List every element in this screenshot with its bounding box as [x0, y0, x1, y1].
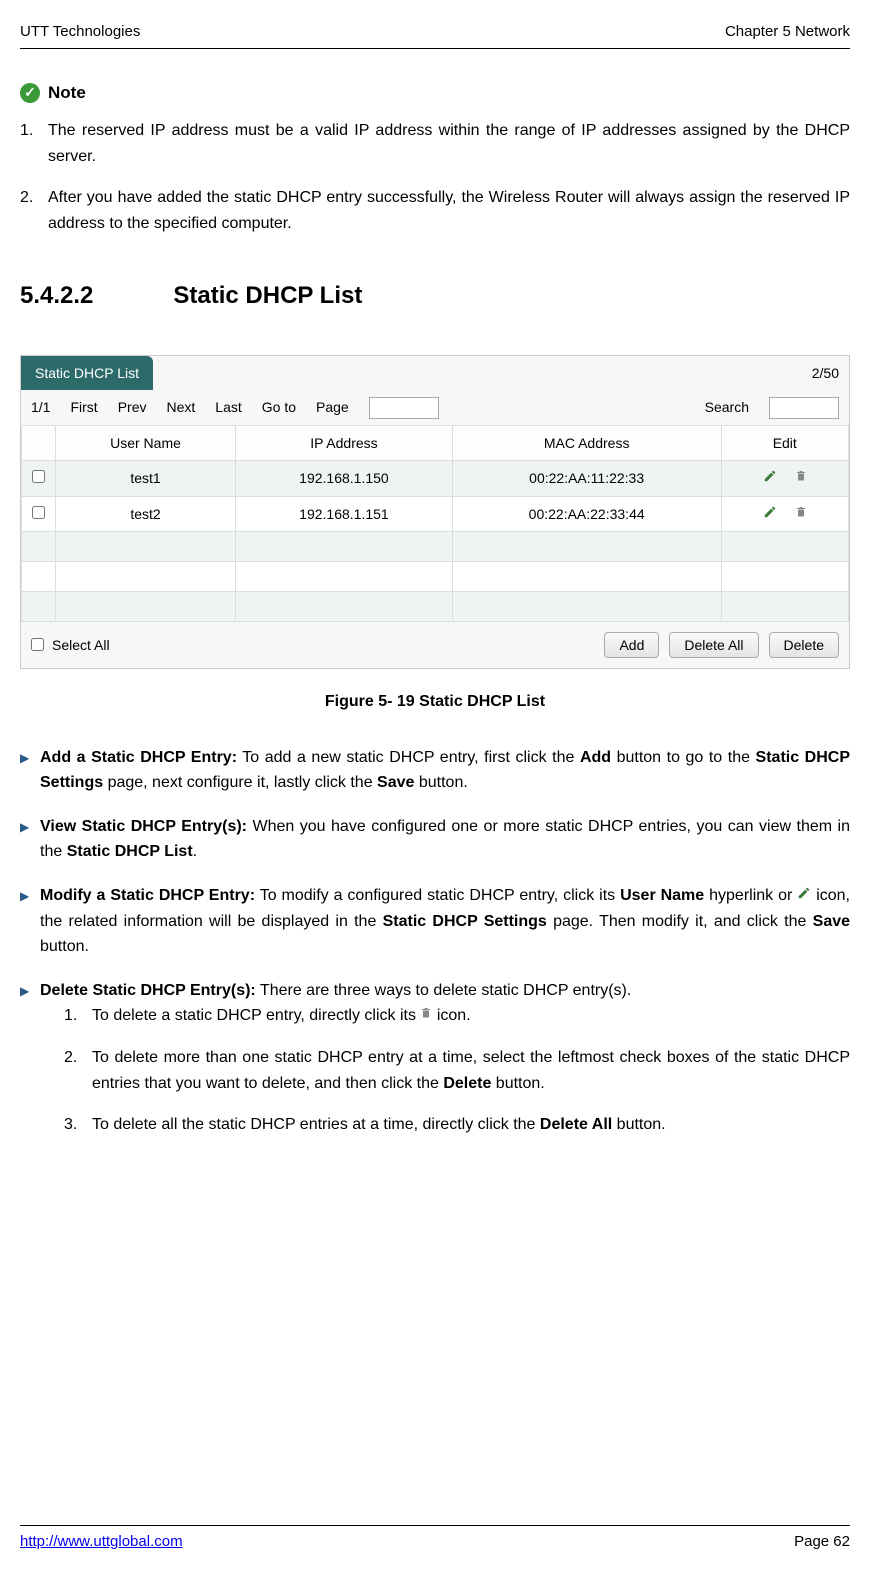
section-number: 5.4.2.2	[20, 277, 93, 315]
delete-sub-1: 1. To delete a static DHCP entry, direct…	[64, 1003, 850, 1029]
select-all-label: Select All	[52, 634, 110, 656]
cell-user[interactable]: test2	[56, 496, 236, 531]
row-checkbox[interactable]	[32, 506, 45, 519]
dhcp-count: 2/50	[802, 356, 849, 390]
dhcp-tab-row: Static DHCP List 2/50	[21, 356, 849, 390]
pager-position: 1/1	[31, 396, 50, 418]
trash-icon[interactable]	[795, 503, 807, 525]
dhcp-pager: 1/1 First Prev Next Last Go to Page Sear…	[21, 390, 849, 424]
select-all-checkbox[interactable]	[31, 638, 44, 651]
search-input[interactable]	[769, 397, 839, 419]
cell-user[interactable]: test1	[56, 461, 236, 496]
add-button[interactable]: Add	[604, 632, 659, 658]
header-right: Chapter 5 Network	[725, 20, 850, 44]
note-text: The reserved IP address must be a valid …	[48, 118, 850, 169]
cell-mac: 00:22:AA:22:33:44	[452, 496, 721, 531]
delete-sub-2: 2. To delete more than one static DHCP e…	[64, 1045, 850, 1096]
section-title: Static DHCP List	[173, 277, 362, 315]
check-icon: ✓	[20, 83, 40, 103]
figure-caption: Figure 5- 19 Static DHCP List	[20, 689, 850, 715]
dhcp-table: User Name IP Address MAC Address Edit te…	[21, 425, 849, 622]
table-row	[22, 531, 849, 561]
section-heading: 5.4.2.2 Static DHCP List	[20, 277, 850, 315]
col-mac: MAC Address	[452, 425, 721, 460]
edit-icon[interactable]	[763, 503, 777, 525]
bullet-view: ▶ View Static DHCP Entry(s): When you ha…	[20, 814, 850, 865]
dhcp-panel: Static DHCP List 2/50 1/1 First Prev Nex…	[20, 355, 850, 669]
bullet-add: ▶ Add a Static DHCP Entry: To add a new …	[20, 745, 850, 796]
pager-page-label: Page	[316, 396, 349, 418]
bullet-arrow-icon: ▶	[20, 814, 40, 865]
col-edit: Edit	[721, 425, 849, 460]
page-header: UTT Technologies Chapter 5 Network	[20, 20, 850, 49]
cell-ip: 192.168.1.151	[236, 496, 453, 531]
note-num: 1.	[20, 118, 48, 169]
page-footer: http://www.uttglobal.com Page 62	[20, 1525, 850, 1554]
pager-first[interactable]: First	[70, 396, 97, 418]
col-ip: IP Address	[236, 425, 453, 460]
dhcp-tab-label: Static DHCP List	[21, 356, 153, 390]
cell-ip: 192.168.1.150	[236, 461, 453, 496]
dhcp-footer: Select All Add Delete All Delete	[21, 622, 849, 668]
bullet-arrow-icon: ▶	[20, 745, 40, 796]
col-user: User Name	[56, 425, 236, 460]
bullet-delete: ▶ Delete Static DHCP Entry(s): There are…	[20, 978, 850, 1154]
pager-prev[interactable]: Prev	[118, 396, 147, 418]
delete-all-button[interactable]: Delete All	[669, 632, 758, 658]
delete-sub-3: 3. To delete all the static DHCP entries…	[64, 1112, 850, 1138]
header-left: UTT Technologies	[20, 20, 140, 44]
trash-icon[interactable]	[795, 467, 807, 489]
delete-button[interactable]: Delete	[769, 632, 839, 658]
bullet-text: Delete Static DHCP Entry(s): There are t…	[40, 978, 850, 1154]
bullet-arrow-icon: ▶	[20, 978, 40, 1154]
footer-url[interactable]: http://www.uttglobal.com	[20, 1530, 183, 1554]
note-item-1: 1. The reserved IP address must be a val…	[20, 118, 850, 169]
table-row: test1 192.168.1.150 00:22:AA:11:22:33	[22, 461, 849, 496]
note-label: Note	[48, 79, 86, 106]
table-header-row: User Name IP Address MAC Address Edit	[22, 425, 849, 460]
dhcp-footer-left: Select All	[31, 634, 110, 656]
note-item-2: 2. After you have added the static DHCP …	[20, 185, 850, 236]
note-block: ✓ Note 1. The reserved IP address must b…	[20, 79, 850, 237]
table-row	[22, 591, 849, 621]
bullet-modify: ▶ Modify a Static DHCP Entry: To modify …	[20, 883, 850, 960]
pager-last[interactable]: Last	[215, 396, 241, 418]
search-label: Search	[705, 396, 749, 418]
pager-next[interactable]: Next	[166, 396, 195, 418]
footer-page: Page 62	[794, 1530, 850, 1554]
col-checkbox	[22, 425, 56, 460]
pager-page-input[interactable]	[369, 397, 439, 419]
note-header: ✓ Note	[20, 79, 850, 106]
bullet-arrow-icon: ▶	[20, 883, 40, 960]
note-num: 2.	[20, 185, 48, 236]
bullet-text: View Static DHCP Entry(s): When you have…	[40, 814, 850, 865]
trash-icon	[420, 1003, 432, 1029]
edit-icon[interactable]	[763, 467, 777, 489]
row-checkbox[interactable]	[32, 470, 45, 483]
dhcp-footer-right: Add Delete All Delete	[604, 632, 839, 658]
table-row: test2 192.168.1.151 00:22:AA:22:33:44	[22, 496, 849, 531]
cell-mac: 00:22:AA:11:22:33	[452, 461, 721, 496]
note-text: After you have added the static DHCP ent…	[48, 185, 850, 236]
edit-icon	[797, 883, 811, 909]
bullet-text: Modify a Static DHCP Entry: To modify a …	[40, 883, 850, 960]
bold-text: Add a Static DHCP Entry:	[40, 749, 237, 766]
pager-goto[interactable]: Go to	[262, 396, 296, 418]
table-row	[22, 561, 849, 591]
bullet-text: Add a Static DHCP Entry: To add a new st…	[40, 745, 850, 796]
